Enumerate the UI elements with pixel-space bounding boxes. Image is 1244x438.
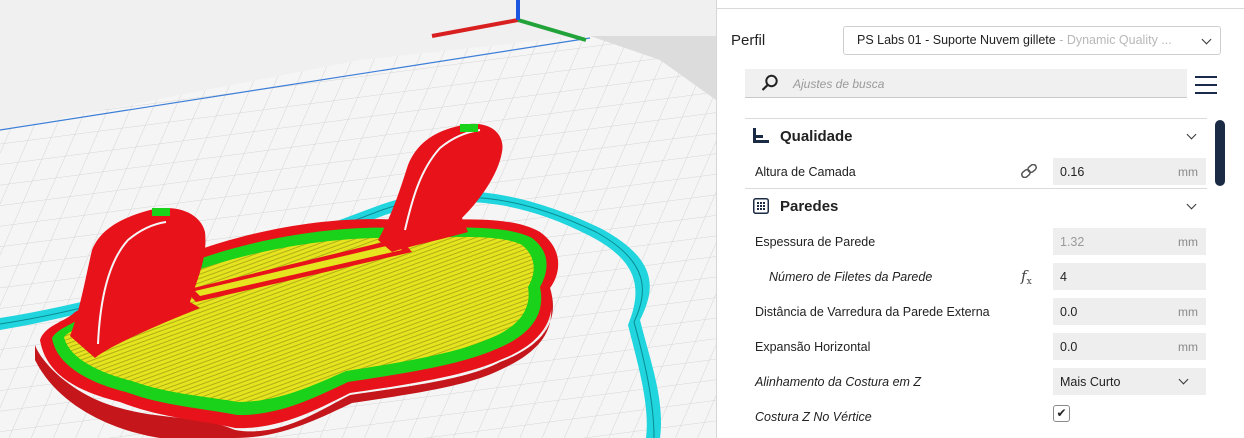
outer-wall-wipe-input[interactable]: 0.0 mm [1053, 298, 1206, 325]
wall-thickness-input[interactable]: 1.32 mm [1053, 228, 1206, 255]
setting-wall-thickness: Espessura de Parede 1.32 mm [755, 228, 1207, 256]
profile-quality: - Dynamic Quality ... [1055, 33, 1172, 47]
settings-menu-button[interactable] [1195, 76, 1217, 96]
setting-horizontal-expansion: Expansão Horizontal 0.0 mm [755, 333, 1207, 361]
chevron-down-icon [1178, 374, 1189, 385]
link-icon[interactable] [1020, 164, 1038, 178]
setting-z-seam-alignment: Alinhamento da Costura em Z Mais Curto [755, 368, 1207, 396]
layer-height-label: Altura de Camada [755, 165, 856, 179]
search-placeholder: Ajustes de busca [793, 77, 885, 91]
wall-line-count-value: 4 [1060, 270, 1067, 284]
profile-label: Perfil [731, 32, 766, 49]
horizontal-expansion-value: 0.0 [1060, 340, 1078, 354]
quality-bars-icon [753, 128, 769, 143]
category-walls-title: Paredes [780, 198, 839, 215]
wall-thickness-label: Espessura de Parede [755, 235, 876, 249]
search-icon [761, 74, 778, 91]
wall-thickness-unit: mm [1178, 235, 1198, 249]
outer-wall-wipe-value: 0.0 [1060, 305, 1078, 319]
z-seam-alignment-value: Mais Curto [1060, 375, 1121, 389]
horizontal-expansion-input[interactable]: 0.0 mm [1053, 333, 1206, 360]
layer-height-input[interactable]: 0.16 mm [1053, 158, 1206, 185]
3d-viewport[interactable] [0, 0, 716, 438]
profile-dropdown[interactable]: PS Labs 01 - Suporte Nuvem gillete - Dyn… [843, 26, 1221, 55]
outer-wall-wipe-unit: mm [1178, 305, 1198, 319]
setting-wall-line-count: Número de Filetes da Parede fx 4 [755, 263, 1207, 291]
search-settings-field[interactable]: Ajustes de busca [745, 69, 1187, 98]
chevron-down-icon [1201, 34, 1212, 45]
z-seam-alignment-dropdown[interactable]: Mais Curto [1053, 368, 1206, 395]
category-walls[interactable]: Paredes [745, 188, 1207, 223]
print-settings-panel: Perfil PS Labs 01 - Suporte Nuvem gillet… [716, 0, 1244, 438]
hamburger-menu-line [1195, 84, 1217, 86]
setting-z-seam-on-vertex: Costura Z No Vértice ✔ [755, 403, 1207, 431]
wall-line-count-label: Número de Filetes da Parede [769, 270, 933, 284]
panel-divider [717, 8, 1244, 9]
chevron-down-icon [1186, 129, 1197, 140]
layer-height-unit: mm [1178, 165, 1198, 179]
z-seam-on-vertex-checkbox[interactable]: ✔ [1053, 405, 1070, 422]
settings-scrollbar[interactable] [1215, 120, 1225, 186]
layer-view-canvas[interactable] [0, 0, 716, 438]
horizontal-expansion-unit: mm [1178, 340, 1198, 354]
profile-name: PS Labs 01 - Suporte Nuvem gillete [857, 33, 1056, 47]
walls-grid-icon [753, 198, 769, 214]
z-seam-alignment-label: Alinhamento da Costura em Z [755, 375, 922, 389]
model-right-hook-top [460, 124, 478, 132]
hamburger-menu-icon [1195, 76, 1217, 78]
settings-list[interactable]: Qualidade Altura de Camada 0.16 mm Pared… [745, 118, 1215, 438]
layer-height-value: 0.16 [1060, 165, 1085, 179]
setting-layer-height: Altura de Camada 0.16 mm [755, 158, 1207, 186]
outer-wall-wipe-label: Distância de Varredura da Parede Externa [755, 305, 990, 319]
function-icon[interactable]: fx [1021, 267, 1032, 287]
model-left-hook-top [152, 208, 170, 216]
horizontal-expansion-label: Expansão Horizontal [755, 340, 871, 354]
z-seam-on-vertex-label: Costura Z No Vértice [755, 410, 872, 424]
wall-thickness-value: 1.32 [1060, 235, 1085, 249]
setting-outer-wall-wipe: Distância de Varredura da Parede Externa… [755, 298, 1207, 326]
category-quality-title: Qualidade [780, 128, 853, 145]
hamburger-menu-line [1195, 92, 1217, 94]
chevron-down-icon [1186, 199, 1197, 210]
wall-line-count-input[interactable]: 4 [1053, 263, 1206, 290]
category-quality[interactable]: Qualidade [745, 118, 1207, 153]
